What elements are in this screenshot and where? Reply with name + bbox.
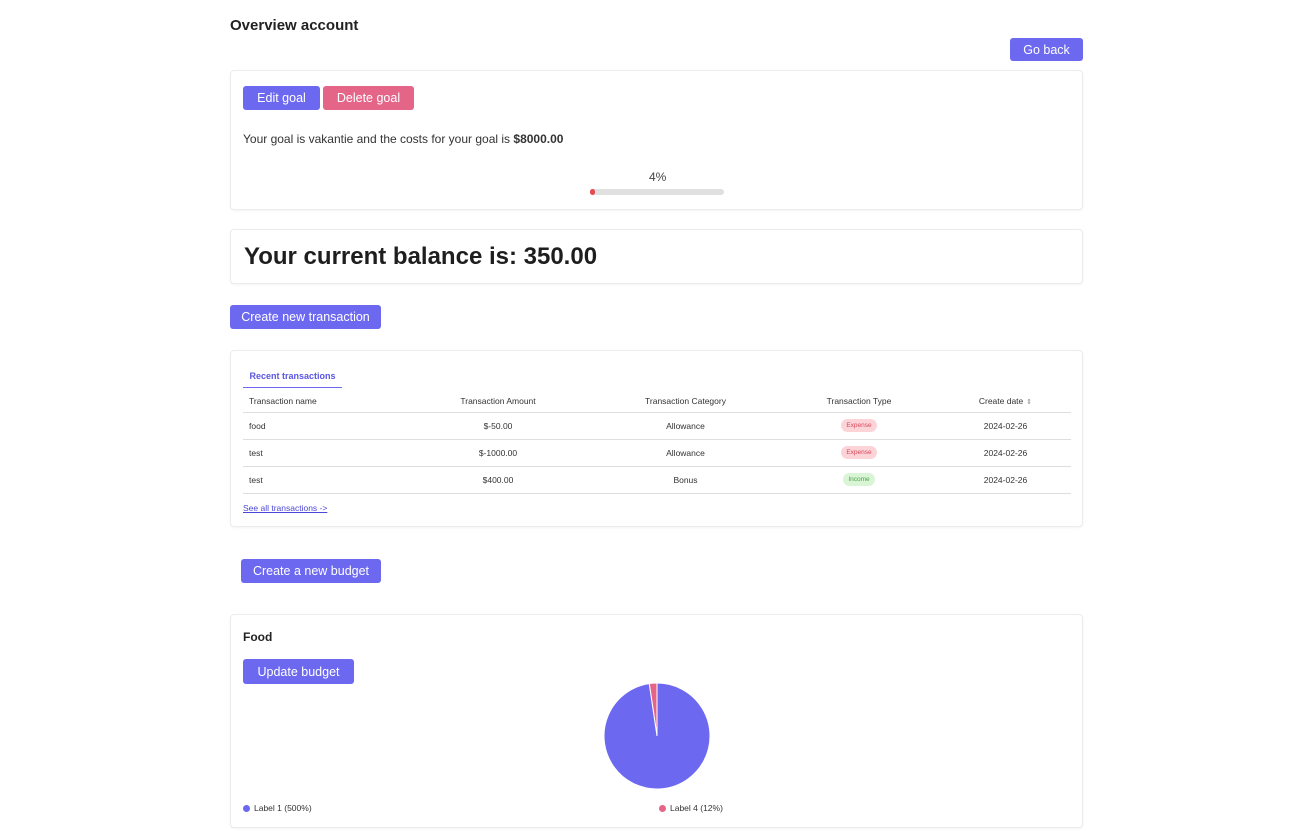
legend-item-label-4[interactable]: Label 4 (12%): [659, 803, 723, 813]
cell-type: Expense: [778, 439, 940, 467]
table-row[interactable]: food $-50.00 Allowance Expense 2024-02-2…: [243, 412, 1071, 440]
column-header-name[interactable]: Transaction name: [243, 391, 403, 413]
column-header-date-label: Create date: [978, 396, 1024, 407]
goal-description-prefix: Your goal is vakantie and the costs for …: [243, 132, 514, 146]
cell-amount: $-50.00: [403, 412, 593, 440]
balance-text: Your current balance is: 350.00: [244, 243, 598, 270]
status-badge: Expense: [841, 419, 877, 432]
tab-recent-transactions[interactable]: Recent transactions: [243, 367, 342, 388]
create-budget-button[interactable]: Create a new budget: [241, 559, 381, 583]
balance-card: Your current balance is: 350.00: [230, 229, 1083, 284]
legend-dot-label-1: [243, 804, 250, 812]
sort-icon[interactable]: ⇕: [1026, 399, 1032, 406]
table-row[interactable]: test $400.00 Bonus Income 2024-02-26: [243, 466, 1071, 494]
legend-label-4: Label 4 (12%): [670, 803, 723, 813]
cell-name: test: [243, 466, 403, 494]
go-back-button[interactable]: Go back: [1010, 38, 1083, 61]
budget-card: Food Update budget Label 1 (500%) Label …: [230, 614, 1083, 828]
create-transaction-button[interactable]: Create new transaction: [230, 305, 381, 329]
cell-name: test: [243, 439, 403, 467]
cell-category: Allowance: [593, 412, 778, 440]
column-header-amount[interactable]: Transaction Amount: [403, 391, 593, 413]
goal-card: Edit goal Delete goal Your goal is vakan…: [230, 70, 1083, 210]
pie-slice-label-1[interactable]: [603, 682, 711, 790]
transactions-card: Recent transactions Transaction name Tra…: [230, 350, 1083, 527]
goal-cost: $8000.00: [513, 132, 564, 146]
column-header-category[interactable]: Transaction Category: [593, 391, 778, 413]
see-all-transactions-link[interactable]: See all transactions ->: [243, 503, 327, 513]
update-budget-button[interactable]: Update budget: [243, 659, 354, 684]
page-title: Overview account: [230, 17, 359, 34]
transactions-table: Transaction name Transaction Amount Tran…: [243, 391, 1071, 494]
cell-category: Bonus: [593, 466, 778, 494]
column-header-date[interactable]: Create date ⇕: [940, 391, 1071, 413]
status-badge: Expense: [841, 446, 877, 459]
table-row[interactable]: test $-1000.00 Allowance Expense 2024-02…: [243, 439, 1071, 467]
table-header-row: Transaction name Transaction Amount Tran…: [243, 391, 1071, 413]
cell-amount: $400.00: [403, 466, 593, 494]
legend-dot-label-4: [659, 804, 666, 812]
delete-goal-button[interactable]: Delete goal: [323, 86, 414, 110]
cell-name: food: [243, 412, 403, 440]
budget-title: Food: [243, 630, 273, 644]
cell-amount: $-1000.00: [403, 439, 593, 467]
goal-progress-bar: [590, 189, 724, 195]
goal-progress-label: 4%: [649, 170, 667, 184]
cell-date: 2024-02-26: [940, 412, 1071, 440]
goal-progress-fill: [590, 189, 596, 195]
column-header-type[interactable]: Transaction Type: [778, 391, 940, 413]
cell-category: Allowance: [593, 439, 778, 467]
goal-description: Your goal is vakantie and the costs for …: [243, 132, 563, 146]
budget-pie-chart: [603, 682, 711, 790]
cell-type: Expense: [778, 412, 940, 440]
status-badge: Income: [843, 473, 875, 486]
legend-label-1: Label 1 (500%): [254, 803, 312, 813]
cell-type: Income: [778, 466, 940, 494]
cell-date: 2024-02-26: [940, 439, 1071, 467]
legend-item-label-1[interactable]: Label 1 (500%): [243, 803, 312, 813]
cell-date: 2024-02-26: [940, 466, 1071, 494]
edit-goal-button[interactable]: Edit goal: [243, 86, 320, 110]
